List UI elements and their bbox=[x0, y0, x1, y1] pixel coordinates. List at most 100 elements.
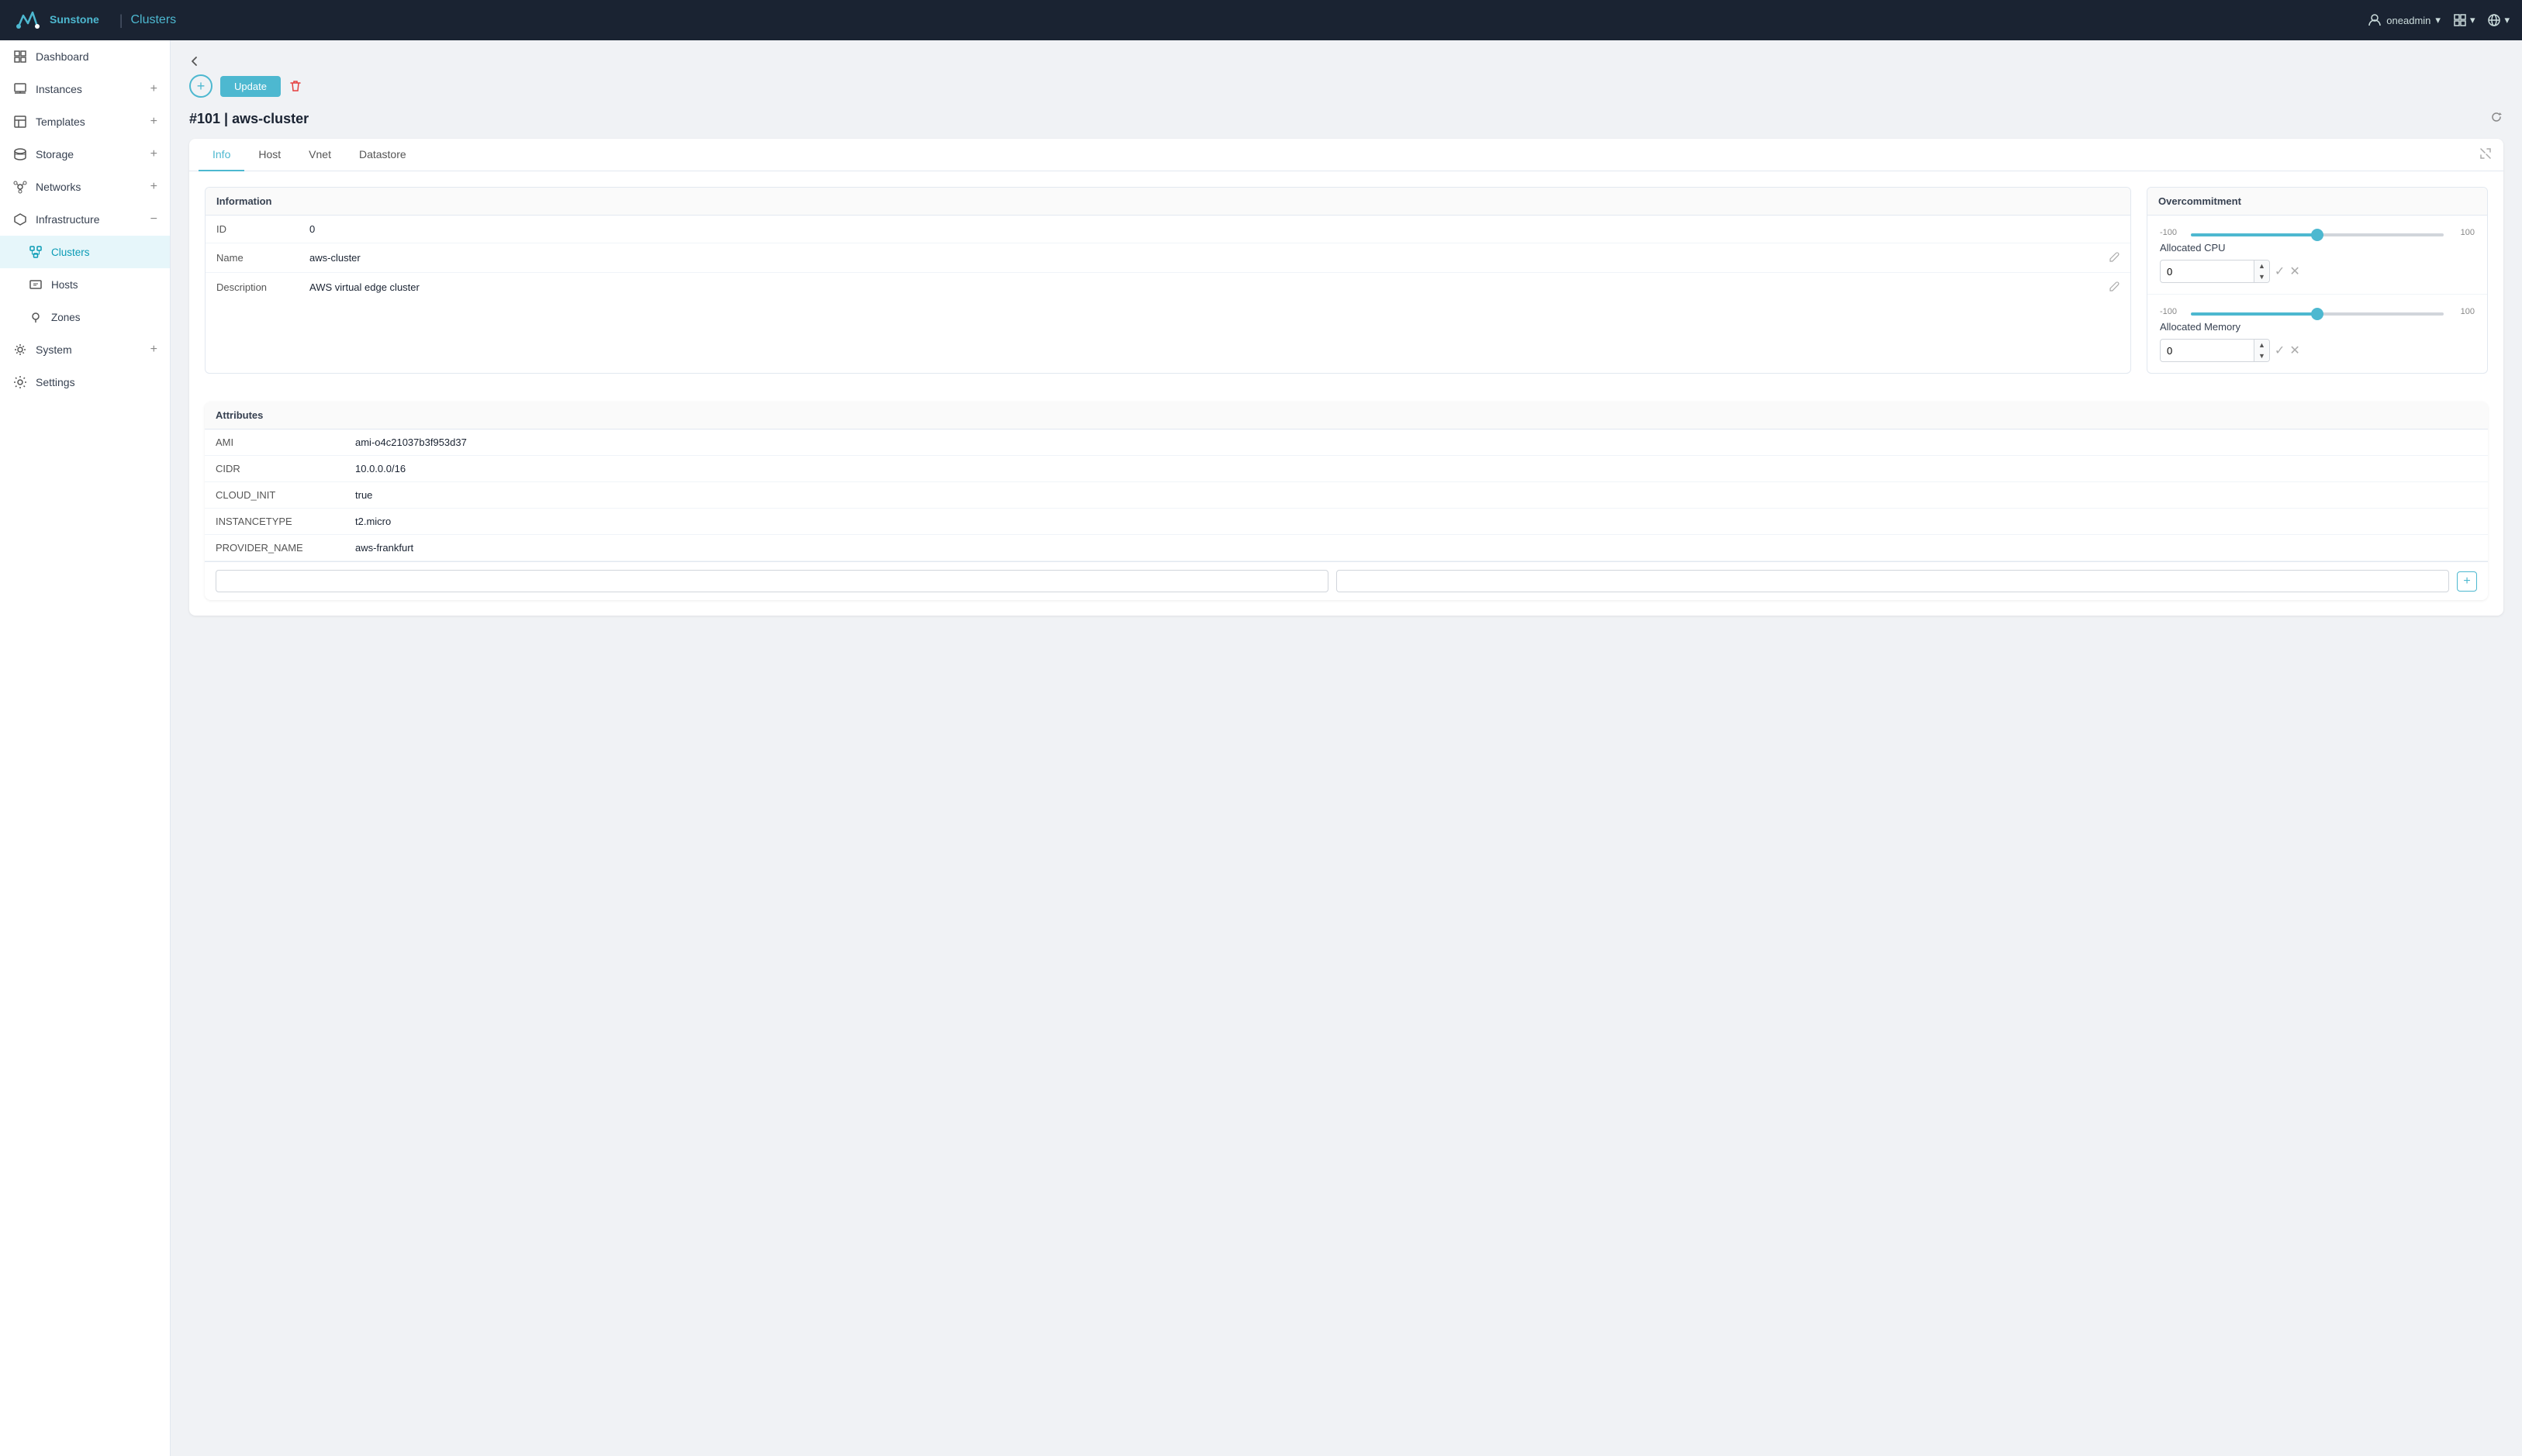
user-icon bbox=[2368, 13, 2382, 27]
instances-expand-icon[interactable]: + bbox=[150, 82, 157, 96]
tab-datastore[interactable]: Datastore bbox=[345, 139, 420, 171]
cpu-spin-up[interactable]: ▲ bbox=[2254, 260, 2269, 271]
back-arrow-icon bbox=[189, 56, 200, 67]
description-edit-icon[interactable] bbox=[2109, 281, 2120, 294]
nav-divider: | bbox=[119, 12, 123, 29]
memory-input-wrap: ▲ ▼ bbox=[2160, 339, 2270, 362]
memory-max-label: 100 bbox=[2450, 307, 2475, 316]
cpu-spinner: ▲ ▼ bbox=[2254, 260, 2269, 282]
user-menu[interactable]: oneadmin ▾ bbox=[2368, 13, 2441, 27]
memory-spin-down[interactable]: ▼ bbox=[2254, 350, 2269, 361]
sidebar-item-templates[interactable]: Templates + bbox=[0, 105, 170, 138]
overcommit-cpu-section: -100 100 Allocated CPU ▲ bbox=[2147, 216, 2487, 295]
detail-tabs: Info Host Vnet Datastore bbox=[189, 139, 2503, 171]
sidebar-item-storage[interactable]: Storage + bbox=[0, 138, 170, 171]
attr-key-cloud-init: CLOUD_INIT bbox=[216, 489, 355, 501]
cluster-toolbar: + Update bbox=[189, 74, 2503, 98]
attr-row-ami: AMI ami-o4c21037b3f953d37 bbox=[205, 430, 2488, 456]
cpu-input-wrap: ▲ ▼ bbox=[2160, 260, 2270, 283]
memory-spin-up[interactable]: ▲ bbox=[2254, 340, 2269, 350]
memory-input[interactable] bbox=[2161, 341, 2254, 361]
sidebar-item-zones[interactable]: Zones bbox=[0, 301, 170, 333]
sidebar-label-hosts: Hosts bbox=[51, 279, 157, 291]
memory-slider[interactable] bbox=[2191, 312, 2444, 316]
info-label-description: Description bbox=[216, 281, 309, 293]
attr-row-cidr: CIDR 10.0.0.0/16 bbox=[205, 456, 2488, 482]
zones-icon bbox=[28, 309, 43, 325]
attr-value-cidr: 10.0.0.0/16 bbox=[355, 463, 406, 474]
memory-cancel-button[interactable]: ✕ bbox=[2289, 343, 2299, 358]
sidebar-item-dashboard[interactable]: Dashboard bbox=[0, 40, 170, 73]
sidebar-item-networks[interactable]: Networks + bbox=[0, 171, 170, 203]
attr-add-button[interactable]: + bbox=[2457, 571, 2477, 592]
tab-info-content: Information ID 0 Name aws-cluster Descri… bbox=[189, 171, 2503, 389]
cluster-title-bar: #101 | aws-cluster bbox=[189, 110, 2503, 128]
nav-page-title: Clusters bbox=[130, 13, 176, 27]
sidebar-item-system[interactable]: System + bbox=[0, 333, 170, 366]
sidebar-item-clusters[interactable]: Clusters bbox=[0, 236, 170, 268]
sidebar-label-templates: Templates bbox=[36, 116, 143, 128]
storage-icon bbox=[12, 147, 28, 162]
name-edit-icon[interactable] bbox=[2109, 251, 2120, 264]
sidebar-item-settings[interactable]: Settings bbox=[0, 366, 170, 399]
attr-row-instancetype: INSTANCETYPE t2.micro bbox=[205, 509, 2488, 535]
delete-button[interactable] bbox=[288, 79, 302, 93]
cpu-spin-down[interactable]: ▼ bbox=[2254, 271, 2269, 282]
attributes-title: Attributes bbox=[205, 402, 2488, 430]
info-row-id: ID 0 bbox=[206, 216, 2130, 243]
hosts-icon bbox=[28, 277, 43, 292]
globe-icon bbox=[2487, 13, 2501, 27]
information-panel-title: Information bbox=[206, 188, 2130, 216]
memory-slider-wrap bbox=[2191, 305, 2444, 318]
cpu-confirm-button[interactable]: ✓ bbox=[2275, 264, 2285, 279]
cpu-input[interactable] bbox=[2161, 262, 2254, 281]
memory-confirm-button[interactable]: ✓ bbox=[2275, 343, 2285, 358]
tab-info[interactable]: Info bbox=[199, 139, 244, 171]
expand-button[interactable] bbox=[2479, 147, 2493, 163]
networks-icon bbox=[12, 179, 28, 195]
sidebar-item-instances[interactable]: Instances + bbox=[0, 73, 170, 105]
networks-expand-icon[interactable]: + bbox=[150, 180, 157, 194]
storage-expand-icon[interactable]: + bbox=[150, 147, 157, 161]
attr-value-provider-name: aws-frankfurt bbox=[355, 542, 413, 554]
infrastructure-collapse-icon[interactable]: − bbox=[150, 212, 157, 226]
brand-logo[interactable]: Sunstone bbox=[12, 5, 99, 36]
sidebar-item-hosts[interactable]: Hosts bbox=[0, 268, 170, 301]
attr-value-instancetype: t2.micro bbox=[355, 516, 391, 527]
cpu-min-label: -100 bbox=[2160, 228, 2185, 237]
cpu-slider[interactable] bbox=[2191, 233, 2444, 236]
sidebar-item-infrastructure[interactable]: Infrastructure − bbox=[0, 203, 170, 236]
attr-key-instancetype: INSTANCETYPE bbox=[216, 516, 355, 527]
attr-value-cloud-init: true bbox=[355, 489, 372, 501]
refresh-button[interactable] bbox=[2489, 110, 2503, 128]
cpu-cancel-button[interactable]: ✕ bbox=[2289, 264, 2299, 279]
grid-view-button[interactable]: ▾ bbox=[2453, 13, 2475, 27]
language-button[interactable]: ▾ bbox=[2487, 13, 2510, 27]
sidebar-label-dashboard: Dashboard bbox=[36, 50, 157, 63]
sidebar-label-settings: Settings bbox=[36, 376, 157, 388]
templates-expand-icon[interactable]: + bbox=[150, 115, 157, 129]
attributes-card: Attributes AMI ami-o4c21037b3f953d37 CID… bbox=[205, 402, 2488, 600]
memory-spinner: ▲ ▼ bbox=[2254, 340, 2269, 361]
tab-vnet[interactable]: Vnet bbox=[295, 139, 345, 171]
cpu-slider-wrap bbox=[2191, 226, 2444, 239]
add-button[interactable]: + bbox=[189, 74, 212, 98]
brand-open: Sunstone bbox=[50, 14, 99, 26]
dashboard-icon bbox=[12, 49, 28, 64]
back-button[interactable] bbox=[189, 56, 200, 67]
expand-icon bbox=[2479, 147, 2493, 160]
system-expand-icon[interactable]: + bbox=[150, 343, 157, 357]
cpu-slider-row: -100 100 bbox=[2160, 226, 2475, 239]
overcommitment-panel-title: Overcommitment bbox=[2147, 188, 2487, 216]
attr-value-input[interactable] bbox=[1336, 570, 2449, 592]
instances-icon bbox=[12, 81, 28, 97]
information-panel: Information ID 0 Name aws-cluster Descri… bbox=[205, 187, 2131, 374]
system-icon bbox=[12, 342, 28, 357]
sidebar: Dashboard Instances + Templates + Storag… bbox=[0, 40, 171, 1456]
attr-key-input[interactable] bbox=[216, 570, 1328, 592]
tab-host[interactable]: Host bbox=[244, 139, 295, 171]
sidebar-label-clusters: Clusters bbox=[51, 247, 157, 258]
update-button[interactable]: Update bbox=[220, 76, 281, 97]
sidebar-label-infrastructure: Infrastructure bbox=[36, 213, 143, 226]
top-navigation: Sunstone | Clusters oneadmin ▾ ▾ bbox=[0, 0, 2522, 40]
